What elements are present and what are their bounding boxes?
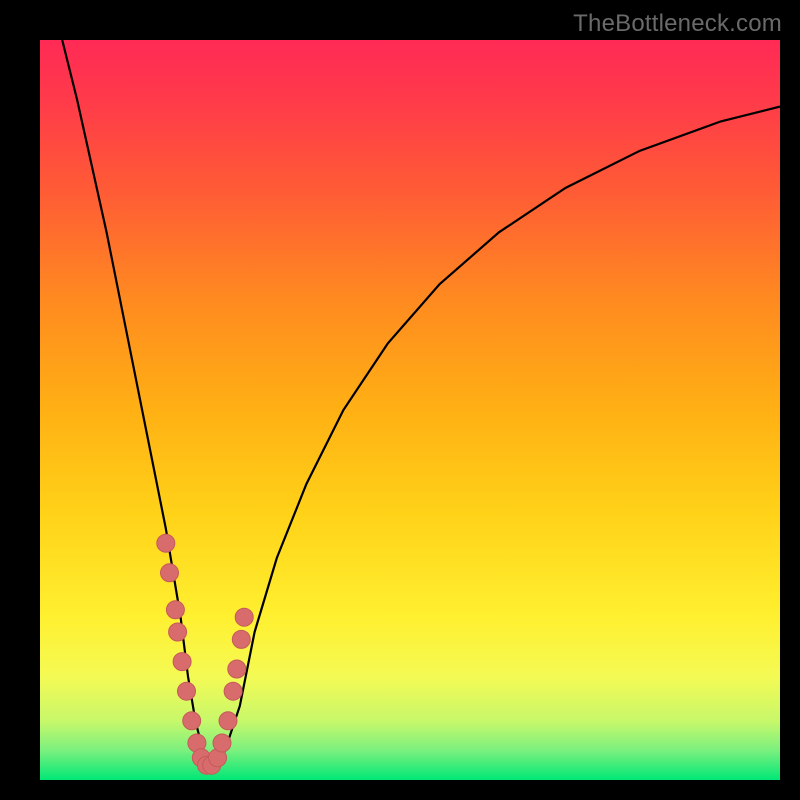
dot xyxy=(173,653,191,671)
dot xyxy=(183,712,201,730)
watermark-text: TheBottleneck.com xyxy=(573,10,782,38)
outer-frame: TheBottleneck.com xyxy=(0,0,800,800)
highlighted-dots xyxy=(157,534,253,774)
dot xyxy=(232,630,250,648)
dot xyxy=(235,608,253,626)
dot xyxy=(166,601,184,619)
dot xyxy=(219,712,237,730)
dot xyxy=(169,623,187,641)
dot xyxy=(228,660,246,678)
dot xyxy=(161,564,179,582)
dot xyxy=(224,682,242,700)
dot xyxy=(157,534,175,552)
dot xyxy=(213,734,231,752)
dot xyxy=(178,682,196,700)
bottleneck-curve xyxy=(62,40,780,765)
plot-area xyxy=(40,40,780,780)
curve-layer xyxy=(40,40,780,780)
